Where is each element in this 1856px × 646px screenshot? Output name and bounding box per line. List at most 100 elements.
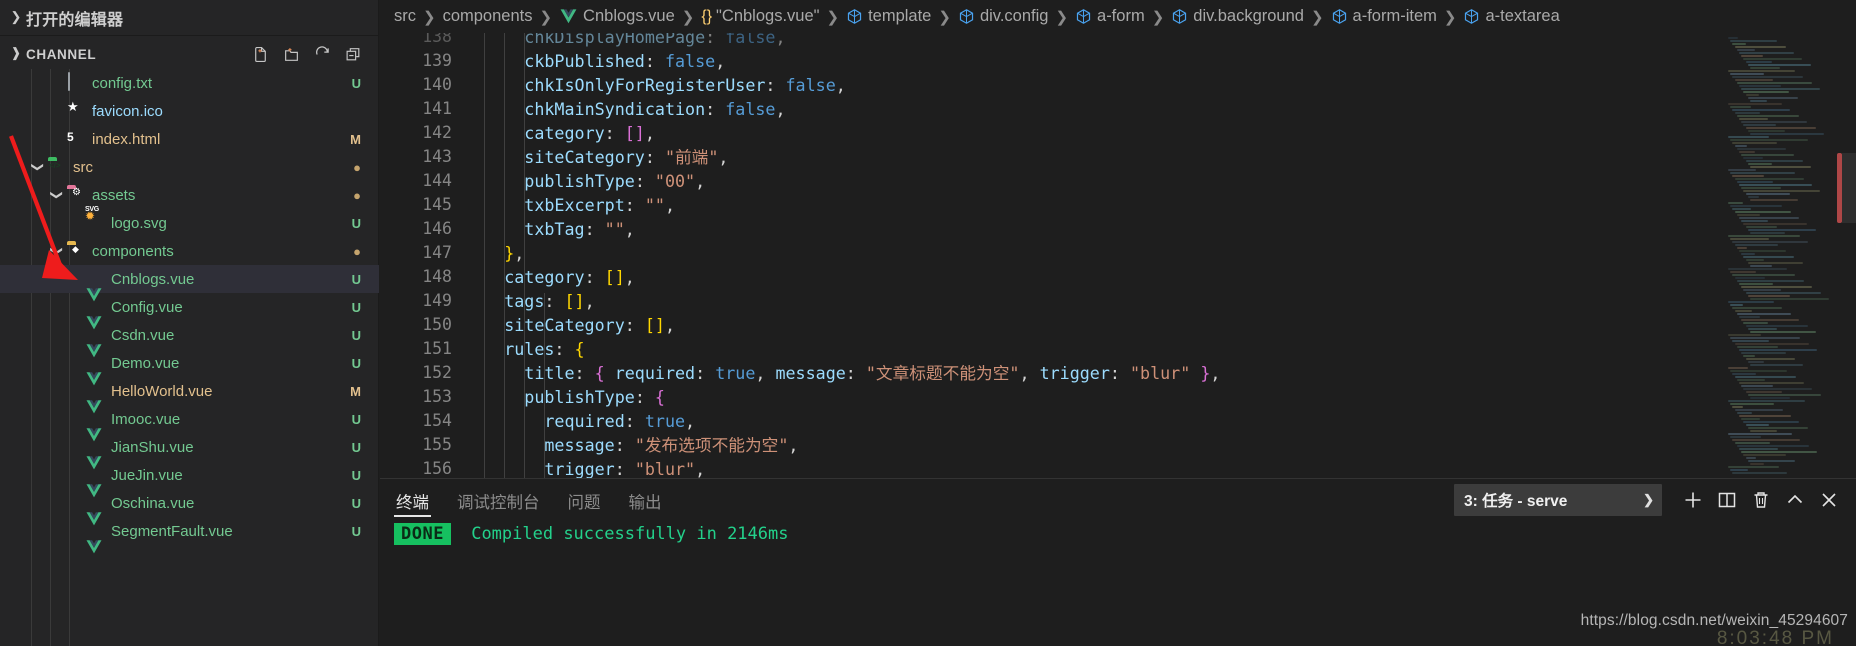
tree-item-label: src: [73, 158, 93, 176]
tree-folder-row[interactable]: ❯ assets ●: [0, 181, 379, 209]
section-channel-label: CHANNEL: [26, 46, 97, 62]
code-line[interactable]: tags: [],: [504, 289, 594, 313]
breadcrumb-item[interactable]: a-form: [1075, 7, 1145, 26]
editor-indent-guide: [524, 33, 526, 478]
minimap-line: [1745, 61, 1772, 63]
breadcrumb-item-label: a-textarea: [1485, 7, 1560, 25]
breadcrumb-item[interactable]: template: [846, 7, 931, 26]
code-token: false: [785, 75, 836, 95]
tree-file-row[interactable]: JianShu.vue U: [0, 433, 379, 470]
breadcrumb-item[interactable]: a-textarea: [1463, 7, 1560, 26]
breadcrumb-separator-icon: ❯: [938, 8, 951, 26]
tree-file-row[interactable]: logo.svg U: [0, 209, 379, 237]
code-line[interactable]: required: true,: [544, 409, 695, 433]
code-line[interactable]: ckbPublished: false,: [524, 49, 725, 73]
tree-file-row[interactable]: SegmentFault.vue U: [0, 517, 379, 554]
vue-file-icon: [85, 325, 105, 358]
done-badge: DONE: [394, 523, 451, 545]
tree-file-row[interactable]: Csdn.vue U: [0, 321, 379, 358]
code-token: :: [634, 387, 655, 407]
section-channel[interactable]: ❱ CHANNEL: [0, 36, 378, 72]
breadcrumb-item[interactable]: div.background: [1171, 7, 1304, 26]
editor-vertical-scrollbar[interactable]: [1842, 153, 1856, 223]
code-line[interactable]: trigger: "blur",: [544, 457, 705, 478]
code-token: ,: [775, 33, 786, 47]
tree-file-row[interactable]: Oschina.vue U: [0, 489, 379, 526]
minimap-line: [1739, 316, 1760, 318]
code-line[interactable]: publishType: "00",: [524, 169, 705, 193]
tree-file-row[interactable]: HelloWorld.vue M: [0, 377, 379, 414]
code-line[interactable]: txbExcerpt: "",: [524, 193, 675, 217]
tree-file-row[interactable]: favicon.ico: [0, 97, 379, 125]
minimap-line: [1728, 466, 1779, 468]
code-line[interactable]: chkIsOnlyForRegisterUser: false,: [524, 73, 846, 97]
code-line[interactable]: category: [],: [524, 121, 655, 145]
minimap-line: [1736, 412, 1752, 414]
tree-file-row[interactable]: Cnblogs.vue U: [0, 265, 379, 302]
breadcrumb[interactable]: src ❯ components ❯ Cnblogs.vue ❯ {} "Cnblogs.vu…: [380, 0, 1856, 33]
code-token: true: [644, 411, 686, 431]
close-panel-button[interactable]: [1812, 484, 1846, 516]
new-file-icon[interactable]: [252, 46, 269, 63]
new-folder-icon[interactable]: [283, 46, 300, 63]
code-token: ,: [624, 267, 635, 287]
tree-file-row[interactable]: JueJin.vue U: [0, 461, 379, 498]
collapse-all-icon[interactable]: [345, 46, 362, 63]
code-token: message: [544, 435, 615, 455]
breadcrumb-item[interactable]: components: [443, 7, 533, 26]
minimap-line: [1736, 214, 1760, 216]
tree-file-row[interactable]: index.html M: [0, 125, 379, 153]
code-token: ,: [695, 459, 706, 478]
code-token: true: [715, 363, 756, 383]
panel-tab-3[interactable]: 输出: [627, 479, 664, 523]
breadcrumb-separator-icon: ❯: [826, 8, 840, 26]
code-line[interactable]: siteCategory: "前端",: [524, 145, 728, 169]
file-tree[interactable]: config.txt U favicon.ico index.html M ❯ src ●…: [0, 69, 379, 646]
tree-file-row[interactable]: config.txt U: [0, 69, 379, 97]
code-token: ,: [514, 243, 525, 263]
tree-file-row[interactable]: Demo.vue U: [0, 349, 379, 386]
code-line[interactable]: publishType: {: [524, 385, 665, 409]
tree-item-label: JueJin.vue: [111, 466, 183, 484]
section-open-editors[interactable]: ❯ 打开的编辑器: [0, 0, 378, 36]
code-editor[interactable]: 138 139 140 141 142 143 144 145 146 147 148 149 150 1…: [380, 33, 1856, 478]
code-line[interactable]: txbTag: "",: [524, 217, 635, 241]
breadcrumb-item[interactable]: {} "Cnblogs.vue": [701, 7, 819, 26]
tree-file-row[interactable]: Imooc.vue U: [0, 405, 379, 442]
minimap-line: [1739, 415, 1791, 417]
breadcrumb-item[interactable]: div.config: [958, 7, 1048, 26]
minimap-line: [1730, 403, 1775, 405]
refresh-icon[interactable]: [314, 45, 331, 63]
minimap-line: [1745, 325, 1808, 327]
code-token: ,: [755, 363, 776, 383]
code-token: "": [644, 195, 665, 215]
code-content[interactable]: chkDisplayHomePage: false, ckbPublished: …: [464, 33, 1856, 478]
minimap-line: [1734, 244, 1778, 246]
maximize-panel-button[interactable]: [1778, 484, 1812, 516]
tree-folder-row[interactable]: ❯ components ●: [0, 237, 379, 265]
code-line[interactable]: chkMainSyndication: false,: [524, 97, 785, 121]
terminal-selector[interactable]: 3: 任务 - serve ❯: [1454, 484, 1662, 516]
tree-folder-row[interactable]: ❯ src ●: [0, 153, 379, 181]
panel-tab-2[interactable]: 问题: [566, 479, 603, 523]
code-line[interactable]: message: "发布选项不能为空",: [544, 433, 798, 457]
code-line[interactable]: title: { required: true, message: "文章标题不…: [524, 361, 1220, 385]
minimap-line: [1732, 142, 1778, 144]
breadcrumb-item[interactable]: src: [394, 7, 416, 26]
tree-file-row[interactable]: Config.vue U: [0, 293, 379, 330]
split-terminal-button[interactable]: [1710, 484, 1744, 516]
panel-tab-1[interactable]: 调试控制台: [455, 479, 542, 523]
minimap-line: [1750, 265, 1772, 267]
code-line[interactable]: },: [504, 241, 524, 265]
kill-terminal-button[interactable]: [1744, 484, 1778, 516]
code-line[interactable]: siteCategory: [],: [504, 313, 675, 337]
breadcrumb-item[interactable]: a-form-item: [1331, 7, 1437, 26]
minimap[interactable]: [1724, 33, 1842, 478]
code-token: ,: [695, 171, 706, 191]
new-terminal-button[interactable]: [1676, 484, 1710, 516]
panel-tab-0[interactable]: 终端: [394, 479, 431, 523]
code-line[interactable]: chkDisplayHomePage: false,: [524, 33, 785, 49]
breadcrumb-item[interactable]: Cnblogs.vue: [559, 7, 675, 26]
minimap-line: [1734, 46, 1786, 48]
